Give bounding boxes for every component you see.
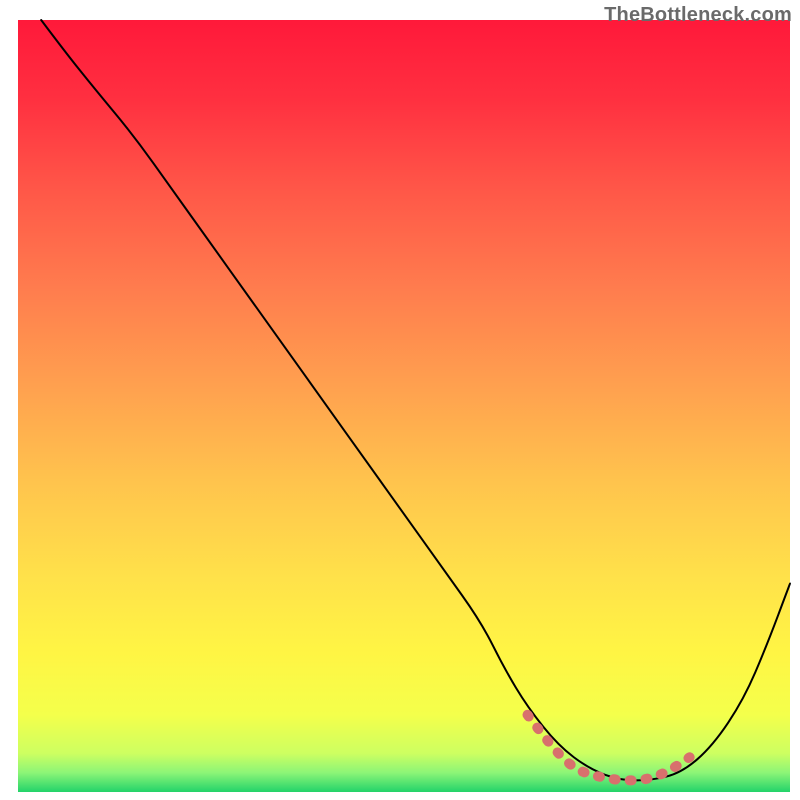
bottleneck-chart [0,0,800,800]
watermark-text: TheBottleneck.com [604,4,792,27]
